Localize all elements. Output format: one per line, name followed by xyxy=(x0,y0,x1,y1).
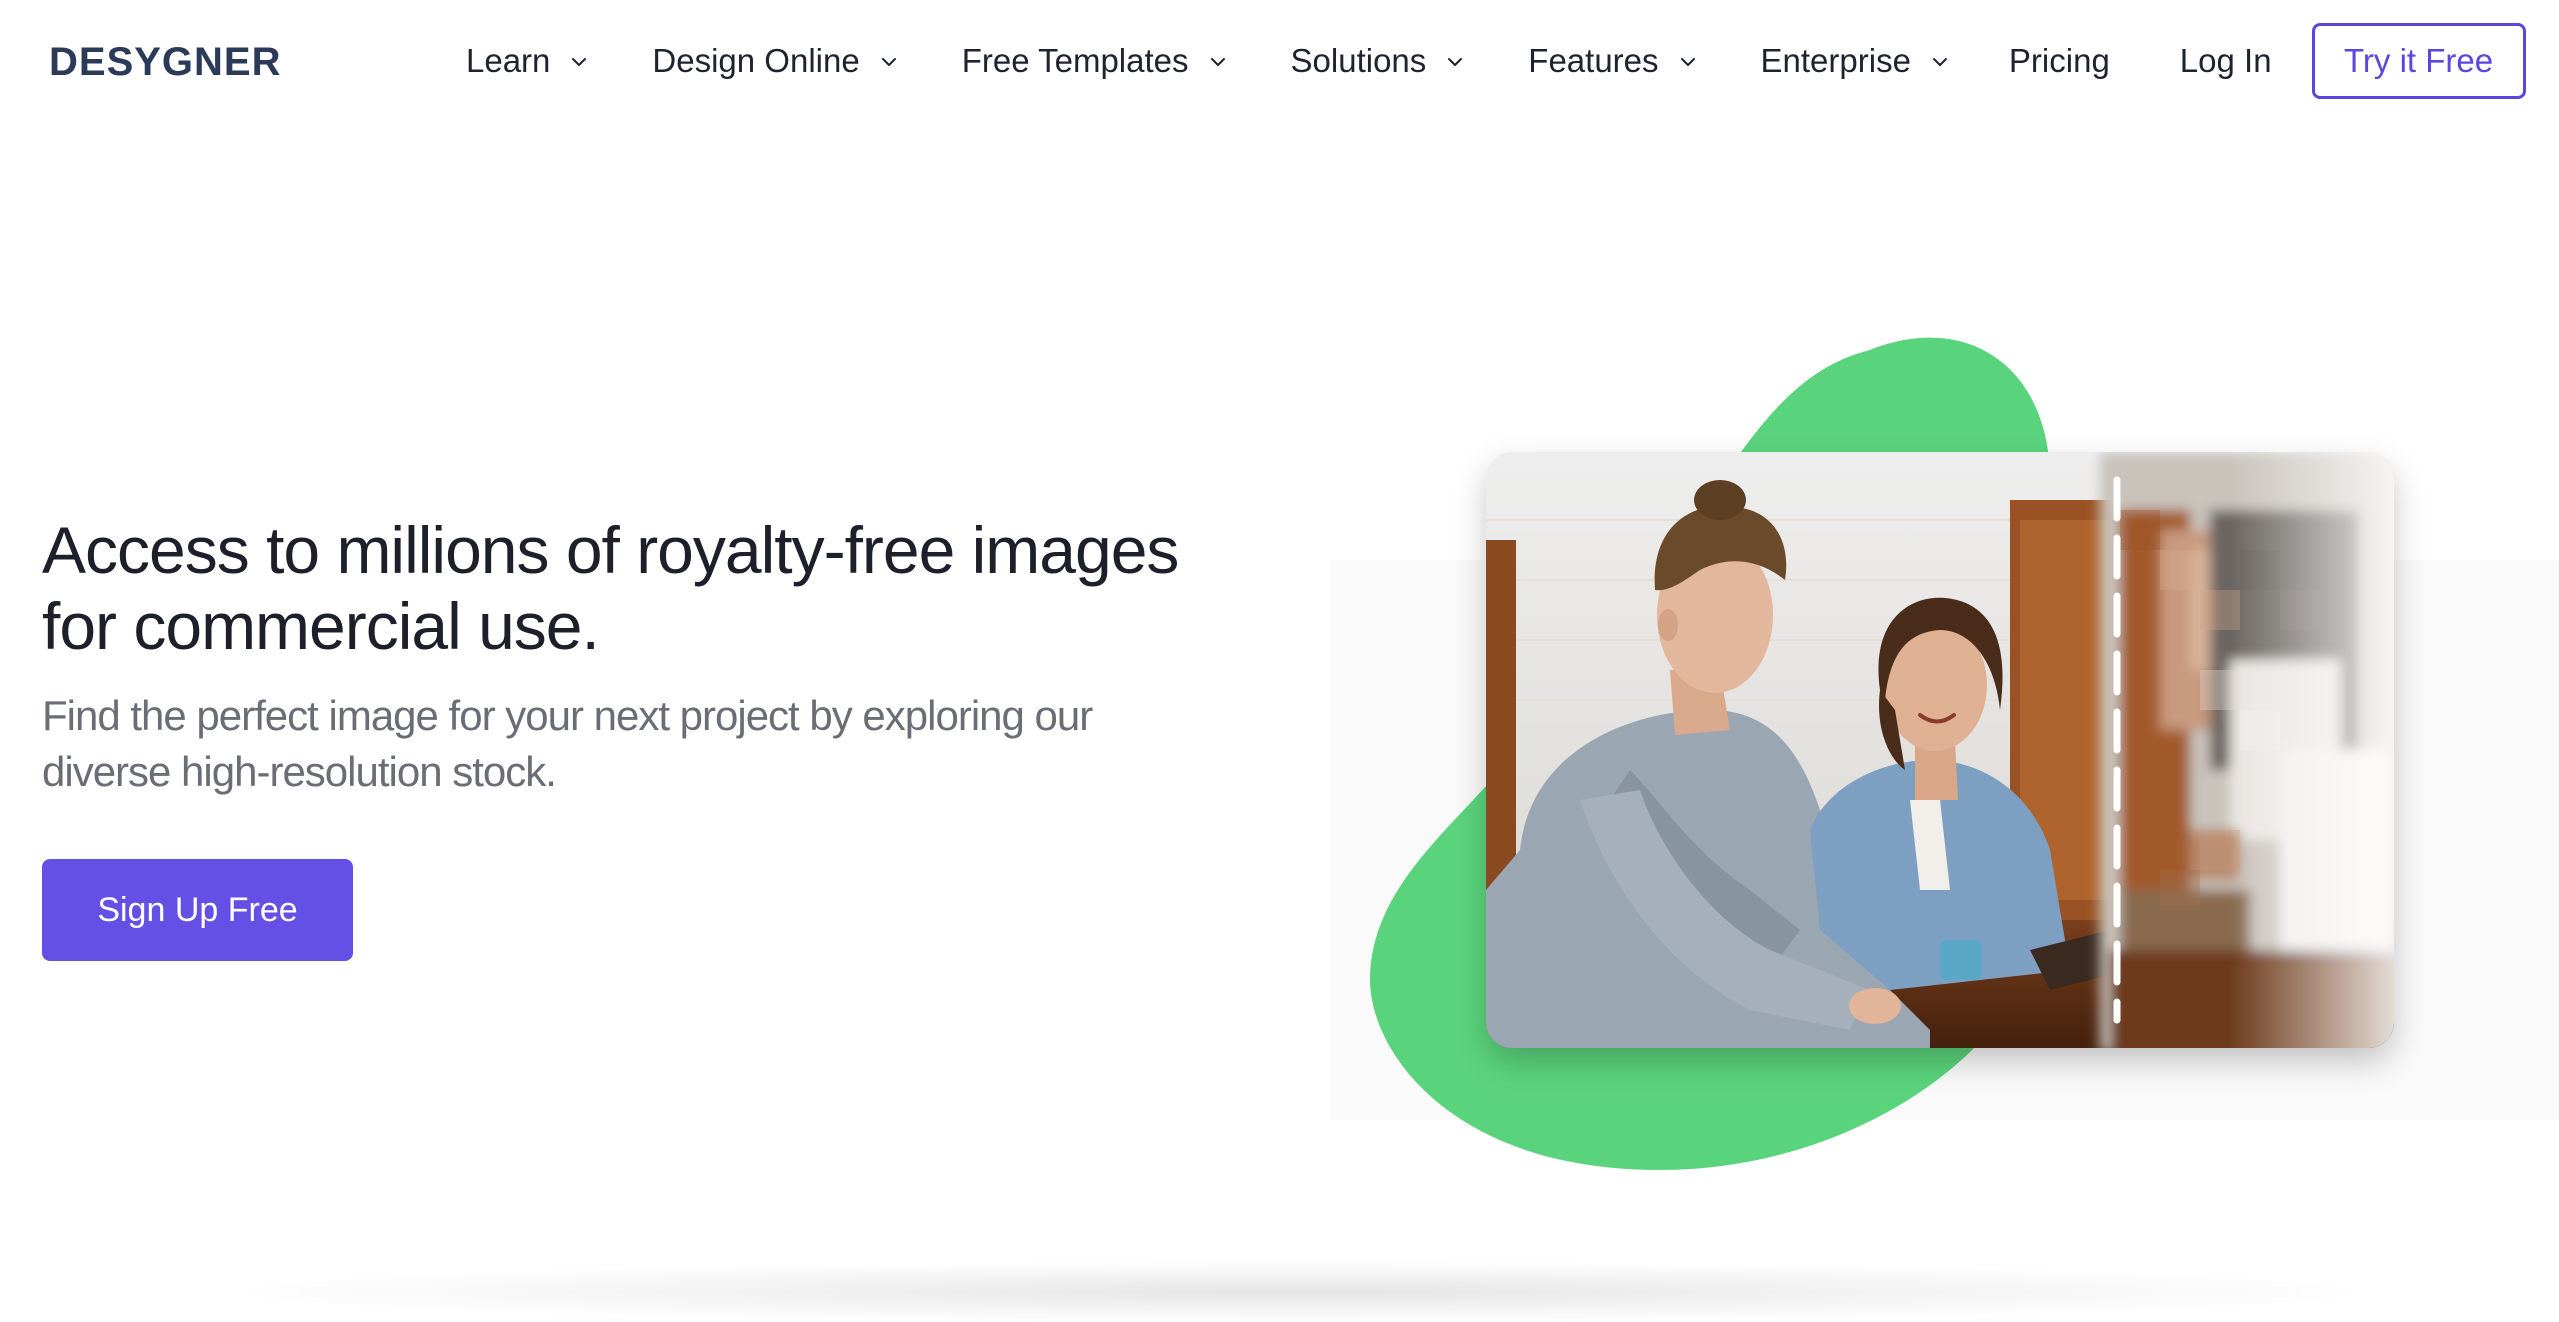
main-nav: Learn Design Online Free Templates Solut… xyxy=(466,22,2526,100)
chevron-down-icon xyxy=(1677,51,1699,73)
stock-photo xyxy=(1486,452,2394,1048)
chevron-down-icon xyxy=(878,51,900,73)
nav-item-label: Free Templates xyxy=(961,42,1189,79)
nav-item-label: Features xyxy=(1528,42,1659,79)
hero-title: Access to millions of royalty-free image… xyxy=(42,513,1179,663)
sign-up-free-button[interactable]: Sign Up Free xyxy=(42,859,353,961)
nav-item-label: Learn xyxy=(466,42,551,79)
chevron-down-icon xyxy=(1207,51,1229,73)
nav-item-enterprise[interactable]: Enterprise xyxy=(1761,41,1951,81)
logo[interactable]: DESYGNER xyxy=(49,38,282,86)
site-header: DESYGNER Learn Design Online Free Templa… xyxy=(0,0,2559,124)
nav-item-solutions[interactable]: Solutions xyxy=(1291,41,1467,81)
nav-item-log-in[interactable]: Log In xyxy=(2180,41,2272,81)
nav-item-learn[interactable]: Learn xyxy=(466,41,590,81)
nav-item-label: Design Online xyxy=(652,42,860,79)
try-it-free-button[interactable]: Try it Free xyxy=(2311,23,2526,99)
nav-item-label: Enterprise xyxy=(1760,42,1911,79)
nav-item-label: Solutions xyxy=(1290,42,1427,79)
nav-item-label: Pricing xyxy=(2008,42,2110,79)
hero-illustration xyxy=(1330,330,2559,1210)
nav-item-design-online[interactable]: Design Online xyxy=(652,41,899,81)
chevron-down-icon xyxy=(1444,51,1466,73)
nav-item-free-templates[interactable]: Free Templates xyxy=(962,41,1229,81)
chevron-down-icon xyxy=(1929,51,1951,73)
chevron-down-icon xyxy=(568,51,590,73)
nav-item-pricing[interactable]: Pricing xyxy=(2009,41,2110,81)
nav-item-label: Log In xyxy=(2179,42,2272,79)
nav-item-features[interactable]: Features xyxy=(1528,41,1698,81)
hero-subtitle: Find the perfect image for your next pro… xyxy=(42,692,1093,795)
section-divider-shadow xyxy=(250,1262,2350,1322)
